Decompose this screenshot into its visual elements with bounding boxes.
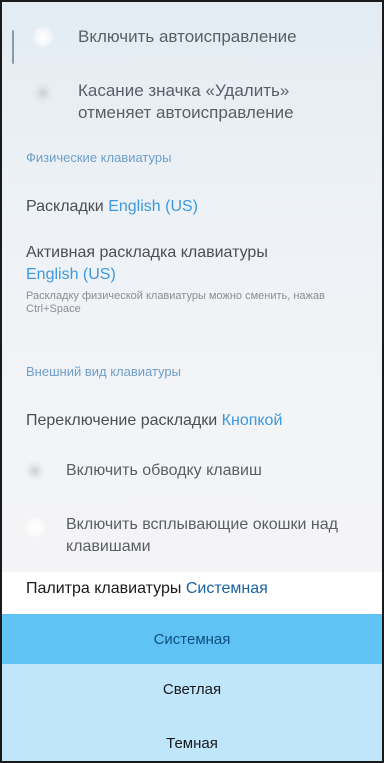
autocorrect-row[interactable]: Включить автоисправление <box>2 18 382 58</box>
key-border-row[interactable]: Включить обводку клавиш <box>2 454 382 490</box>
settings-screen: Включить автоисправление Касание значка … <box>0 0 384 763</box>
layouts-row[interactable]: Раскладки English (US) <box>26 198 198 216</box>
key-popups-row[interactable]: Включить всплывающие окошки над клавишам… <box>2 510 382 564</box>
active-layout-label: Активная раскладка клавиатуры <box>26 244 268 261</box>
palette-option-dark[interactable]: Темная <box>2 718 382 761</box>
appearance-header: Внешний вид клавиатуры <box>26 364 181 379</box>
palette-dropdown: Системная Светлая Темная <box>2 614 382 761</box>
key-border-label: Включить обводку клавиш <box>66 462 262 479</box>
autocorrect-label: Включить автоисправление <box>78 27 297 46</box>
palette-label-group: Палитра клавиатуры Системная <box>26 580 268 598</box>
layout-switch-label: Переключение раскладки <box>26 412 218 429</box>
active-layout-value[interactable]: English (US) <box>26 266 116 284</box>
palette-option-light[interactable]: Светлая <box>2 664 382 714</box>
layout-switch-row[interactable]: Переключение раскладки Кнопкой <box>26 412 282 430</box>
layout-switch-value[interactable]: Кнопкой <box>222 412 283 429</box>
toggle-icon[interactable] <box>32 82 54 104</box>
palette-option-system[interactable]: Системная <box>2 614 382 664</box>
key-popups-label: Включить всплывающие окошки над клавишам… <box>66 516 338 555</box>
active-layout-hint: Раскладку физической клавиатуры можно см… <box>26 290 325 315</box>
layouts-label: Раскладки <box>26 198 104 215</box>
palette-label: Палитра клавиатуры <box>26 580 182 597</box>
delete-undo-label: Касание значка «Удалить» отменяет автоис… <box>78 81 294 122</box>
toggle-icon[interactable] <box>32 26 54 48</box>
toggle-icon[interactable] <box>24 460 46 482</box>
layouts-value[interactable]: English (US) <box>108 198 198 215</box>
delete-undo-row[interactable]: Касание значка «Удалить» отменяет автоис… <box>2 72 382 132</box>
palette-row[interactable]: Палитра клавиатуры Системная <box>2 572 382 614</box>
toggle-icon[interactable] <box>24 516 46 538</box>
palette-value[interactable]: Системная <box>186 580 268 597</box>
physical-keyboards-header: Физические клавиатуры <box>26 150 172 165</box>
